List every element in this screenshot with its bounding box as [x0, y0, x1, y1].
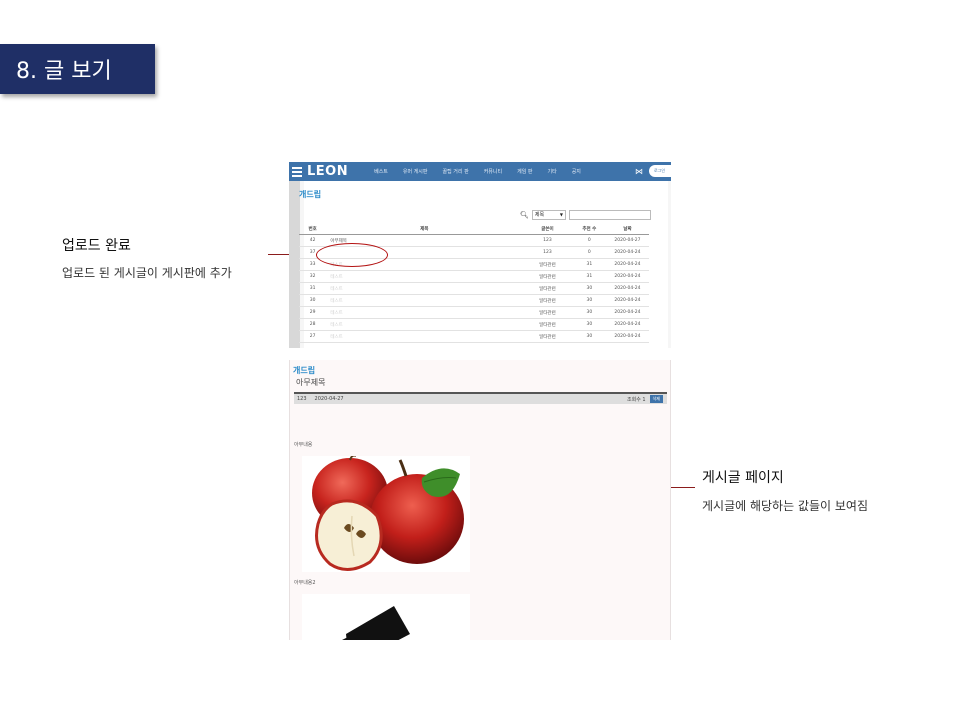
- cell-recommend: 31: [572, 270, 606, 283]
- cell-title[interactable]: 테스트: [326, 318, 523, 331]
- cell-recommend: 30: [572, 282, 606, 295]
- nav-item-humor[interactable]: 유머 게시판: [403, 168, 428, 175]
- cell-number: 28: [299, 318, 327, 331]
- cell-recommend: 0: [572, 234, 606, 247]
- post-body-text-2: 아무내용2: [294, 580, 316, 586]
- cell-date: 2020-04-24: [605, 306, 649, 319]
- apple-image: [302, 454, 470, 572]
- table-header-row: 번호 제목 글쓴이 추천 수 날짜: [299, 223, 649, 235]
- share-icon[interactable]: ⋈: [635, 167, 643, 176]
- cell-number: 30: [299, 294, 327, 307]
- slide-title: 8. 글 보기: [16, 59, 112, 84]
- post-meta-right: 조회수 1 삭제: [627, 395, 663, 403]
- nav-item-tips[interactable]: 꿀팁 거리 판: [443, 168, 469, 175]
- delete-button[interactable]: 삭제: [649, 395, 663, 403]
- column-header-date: 날짜: [605, 223, 649, 235]
- cell-author: 일타관련: [522, 270, 573, 283]
- highlight-oval: [316, 243, 388, 267]
- cell-recommend: 30: [572, 294, 606, 307]
- table-row[interactable]: 27 테스트 일타관련 30 2020-04-24: [299, 330, 649, 343]
- cell-author: 일타관련: [522, 306, 573, 319]
- nav-item-best[interactable]: 베스트: [374, 168, 388, 175]
- cell-recommend: 30: [572, 318, 606, 331]
- post-body-text: 아무내용: [294, 442, 313, 448]
- site-logo[interactable]: LEON: [307, 164, 348, 179]
- post-callout-title: 게시글 페이지: [702, 470, 784, 486]
- search-field-value: 제목: [534, 212, 545, 218]
- nav-item-community[interactable]: 커뮤니티: [484, 168, 502, 175]
- cell-title[interactable]: 테스트: [326, 270, 523, 283]
- cell-date: 2020-04-24: [605, 246, 649, 259]
- cell-recommend: 30: [572, 330, 606, 343]
- search-icon[interactable]: 🔍︎: [520, 211, 529, 219]
- search-bar: 🔍︎ 제목 ▼: [520, 210, 651, 220]
- nav-right: ⋈ 로그인: [635, 165, 671, 177]
- cell-title[interactable]: 테스트: [326, 282, 523, 295]
- post-title: 아무제목: [296, 378, 326, 387]
- cell-date: 2020-04-24: [605, 282, 649, 295]
- nav-item-etc[interactable]: 기타: [548, 168, 557, 175]
- hamburger-menu-icon[interactable]: [292, 165, 302, 179]
- search-field-select[interactable]: 제목 ▼: [531, 210, 566, 220]
- post-board-title: 개드립: [293, 366, 316, 375]
- cell-title[interactable]: 테스트: [326, 306, 523, 319]
- navbar: LEON 베스트 유머 게시판 꿀팁 거리 판 커뮤니티 게임 판 기타 공지 …: [289, 162, 671, 181]
- table-row[interactable]: 28 테스트 일타관련 30 2020-04-24: [299, 318, 649, 331]
- cell-title[interactable]: 테스트: [326, 294, 523, 307]
- cell-number: 32: [299, 270, 327, 283]
- cell-date: 2020-04-24: [605, 294, 649, 307]
- post-date: 2020-04-27: [314, 396, 344, 402]
- nav-menu: 베스트 유머 게시판 꿀팁 거리 판 커뮤니티 게임 판 기타 공지: [374, 168, 581, 175]
- cell-number: 29: [299, 306, 327, 319]
- graphic-image: [302, 594, 470, 640]
- upload-callout-title: 업로드 완료: [62, 238, 131, 254]
- cell-number: 42: [299, 234, 327, 247]
- upload-callout-description: 업로드 된 게시글이 게시판에 추가: [62, 266, 232, 280]
- nav-item-game[interactable]: 게임 판: [517, 168, 532, 175]
- post-author: 123: [297, 396, 307, 402]
- cell-author: 일타관련: [522, 294, 573, 307]
- cell-author: 123: [522, 246, 573, 259]
- cell-author: 일타관련: [522, 258, 573, 271]
- slide-title-box: 8. 글 보기: [0, 44, 155, 94]
- cell-date: 2020-04-24: [605, 330, 649, 343]
- cell-number: 27: [299, 330, 327, 343]
- cell-author: 일타관련: [522, 318, 573, 331]
- cell-recommend: 31: [572, 258, 606, 271]
- board-title: 개드립: [299, 190, 322, 199]
- cell-author: 일타관련: [522, 330, 573, 343]
- board-table: 번호 제목 글쓴이 추천 수 날짜 42 아무제목 123 0 2020-04-…: [299, 223, 649, 343]
- search-input[interactable]: [568, 210, 651, 220]
- login-button[interactable]: 로그인: [648, 165, 671, 177]
- cell-title[interactable]: 테스트: [326, 330, 523, 343]
- table-row[interactable]: 29 테스트 일타관련 30 2020-04-24: [299, 306, 649, 319]
- cell-date: 2020-04-24: [605, 258, 649, 271]
- column-header-number: 번호: [299, 223, 327, 235]
- post-callout-description: 게시글에 해당하는 값들이 보여짐: [702, 499, 869, 513]
- column-header-author: 글쓴이: [522, 223, 573, 235]
- post-views: 조회수 1: [627, 396, 646, 403]
- cell-date: 2020-04-24: [605, 318, 649, 331]
- cell-author: 123: [522, 234, 573, 247]
- table-row[interactable]: 30 테스트 일타관련 30 2020-04-24: [299, 294, 649, 307]
- table-row[interactable]: 31 테스트 일타관련 30 2020-04-24: [299, 282, 649, 295]
- post-meta-bar: 123 2020-04-27 조회수 1 삭제: [294, 392, 667, 404]
- column-header-title: 제목: [326, 223, 523, 235]
- column-header-recommend: 추천 수: [572, 223, 606, 235]
- chevron-down-icon: ▼: [559, 212, 563, 217]
- cell-date: 2020-04-27: [605, 234, 649, 247]
- post-view-screenshot: 개드립 아무제목 123 2020-04-27 조회수 1 삭제 아무내용 아무…: [289, 360, 671, 640]
- cell-number: 31: [299, 282, 327, 295]
- cell-date: 2020-04-24: [605, 270, 649, 283]
- cell-recommend: 0: [572, 246, 606, 259]
- table-row[interactable]: 32 테스트 일타관련 31 2020-04-24: [299, 270, 649, 283]
- cell-author: 일타관련: [522, 282, 573, 295]
- cell-recommend: 30: [572, 306, 606, 319]
- nav-item-notice[interactable]: 공지: [572, 168, 581, 175]
